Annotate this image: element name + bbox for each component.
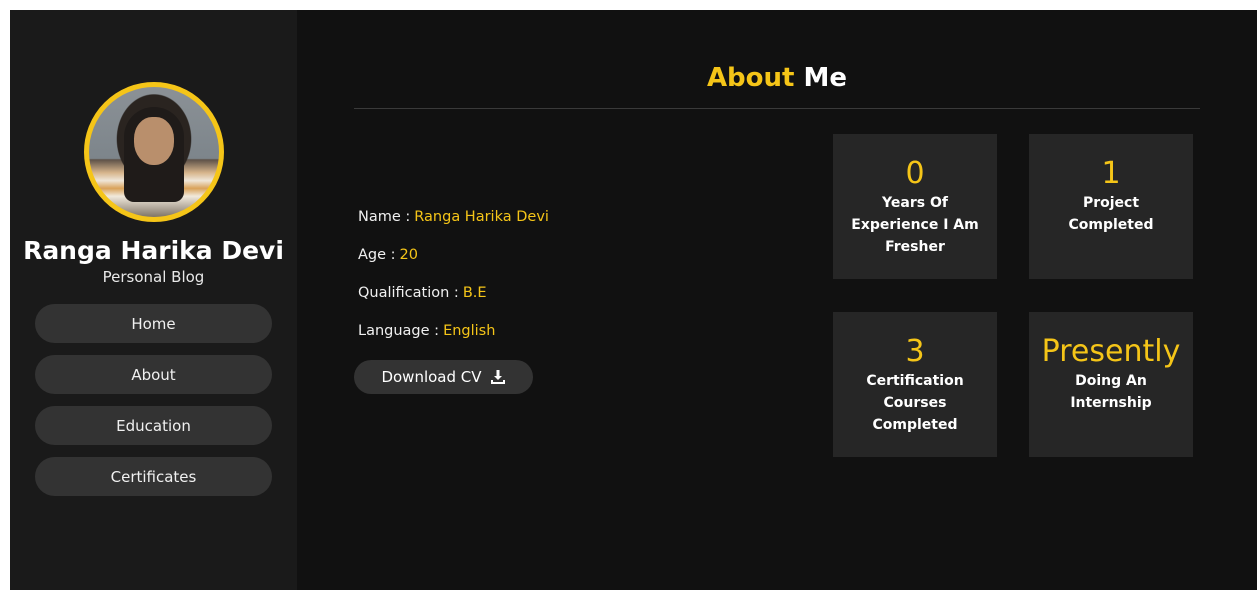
stat-label: Years Of Experience I Am Fresher [851, 195, 979, 255]
info-list: Name : Ranga Harika Devi Age :20 Qualific… [358, 207, 549, 359]
nav-item-about[interactable]: About [35, 355, 272, 394]
title-accent: About [706, 63, 795, 93]
info-value: B.E [462, 285, 487, 301]
title-rest: Me [803, 63, 848, 93]
stat-number: 1 [1101, 156, 1121, 191]
info-value: Ranga Harika Devi [414, 209, 549, 225]
stat-number: 0 [905, 156, 925, 191]
profile-name: Ranga Harika Devi [23, 236, 284, 265]
nav-item-education[interactable]: Education [35, 406, 272, 445]
download-cv-label: Download CV [381, 368, 482, 386]
stat-card-internship: Presently Doing An Internship [1029, 312, 1193, 457]
sidebar: Ranga Harika Devi Personal Blog Home Abo… [10, 10, 297, 590]
stat-label: Doing An Internship [1070, 373, 1152, 411]
info-label: Qualification : [358, 285, 459, 301]
info-value: 20 [399, 247, 418, 263]
profile-subtitle: Personal Blog [102, 268, 205, 286]
stat-card-experience: 0 Years Of Experience I Am Fresher [833, 134, 997, 279]
stat-label: Certification Courses Completed [866, 373, 964, 433]
page-frame: Ranga Harika Devi Personal Blog Home Abo… [10, 10, 1257, 590]
nav-item-certificates[interactable]: Certificates [35, 457, 272, 496]
main-content: About Me Name : Ranga Harika Devi Age :20… [297, 10, 1257, 590]
info-label: Name : [358, 209, 411, 225]
avatar-face [133, 117, 174, 165]
nav-item-home[interactable]: Home [35, 304, 272, 343]
sidebar-nav: Home About Education Certificates [35, 304, 272, 496]
info-row-age: Age :20 [358, 245, 549, 283]
stat-number: Presently [1041, 334, 1181, 369]
info-label: Age : [358, 247, 396, 263]
info-label: Language : [358, 323, 440, 339]
info-value: English [443, 323, 496, 339]
stat-card-projects: 1 Project Completed [1029, 134, 1193, 279]
info-row-language: Language : English [358, 321, 549, 359]
info-row-qualification: Qualification : B.E [358, 283, 549, 321]
page-title: About Me [354, 63, 1200, 93]
stat-card-certifications: 3 Certification Courses Completed [833, 312, 997, 457]
title-divider [354, 108, 1200, 109]
info-row-name: Name : Ranga Harika Devi [358, 207, 549, 245]
avatar [83, 82, 224, 222]
download-cv-button[interactable]: Download CV [354, 360, 533, 394]
stats-grid: 0 Years Of Experience I Am Fresher 1 Pro… [833, 134, 1193, 457]
stat-number: 3 [905, 334, 925, 369]
download-icon [490, 370, 505, 384]
stat-label: Project Completed [1068, 195, 1154, 233]
